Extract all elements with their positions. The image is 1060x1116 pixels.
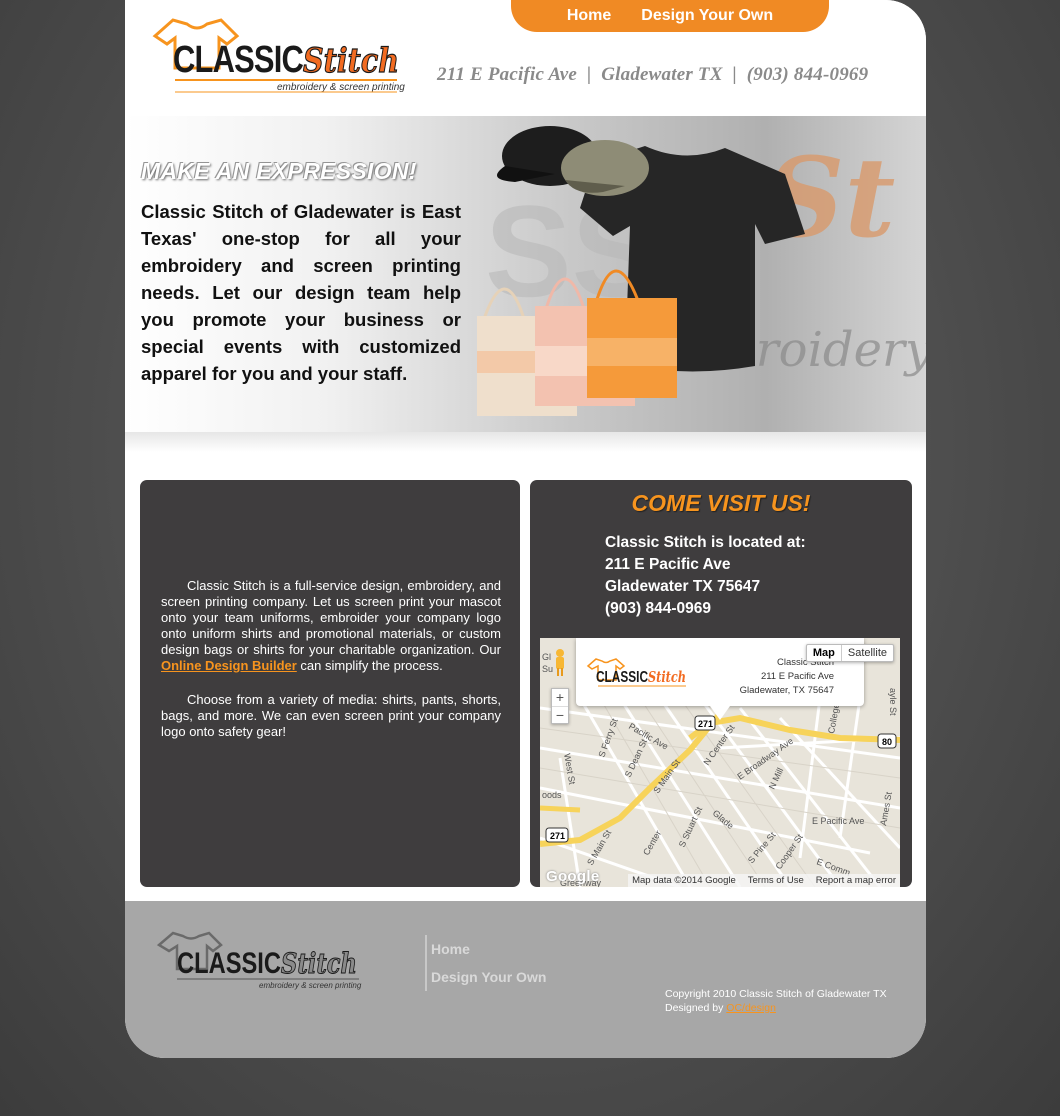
map-terms-link[interactable]: Terms of Use xyxy=(748,875,804,886)
svg-text:ayle St: ayle St xyxy=(888,688,898,716)
zoom-out-button[interactable]: − xyxy=(552,706,568,723)
about-paragraph-1: Classic Stitch is a full-service design,… xyxy=(161,578,501,674)
map-data-credit: Map data ©2014 Google xyxy=(632,875,736,886)
map-type-satellite-button[interactable]: Satellite xyxy=(842,645,893,661)
info-window-city: Gladewater, TX 75647 xyxy=(739,685,834,696)
footer-divider xyxy=(425,935,427,991)
visit-title: COME VISIT US! xyxy=(631,490,811,516)
zoom-in-button[interactable]: + xyxy=(552,689,568,706)
online-design-builder-link[interactable]: Online Design Builder xyxy=(161,658,297,673)
site-logo[interactable]: CLASSIC Stitch embroidery & screen print… xyxy=(147,10,407,96)
info-window-logo: CLASSIC Stitch xyxy=(586,654,691,694)
footer-nav: Home Design Your Own xyxy=(431,941,546,997)
designer-link[interactable]: OC/design xyxy=(726,1002,776,1014)
map-type-map-button[interactable]: Map xyxy=(807,645,842,661)
designed-by-label: Designed by xyxy=(665,1002,727,1014)
google-logo[interactable]: Google xyxy=(546,868,599,885)
top-nav: Home Design Your Own xyxy=(511,0,829,32)
svg-text:Su: Su xyxy=(542,664,553,674)
visit-address: Classic Stitch is located at: 211 E Paci… xyxy=(605,532,806,620)
footer: CLASSIC Stitch embroidery & screen print… xyxy=(125,901,926,1058)
about-panel: Classic Stitch is a full-service design,… xyxy=(140,480,520,887)
street-view-pegman-icon[interactable] xyxy=(553,648,567,676)
footer-home-link[interactable]: Home xyxy=(431,941,546,957)
map-zoom-control: + − xyxy=(551,688,569,724)
svg-text:embroidery & screen printing: embroidery & screen printing xyxy=(259,981,362,990)
visit-line-city: Gladewater TX 75647 xyxy=(605,578,761,595)
svg-text:Gl: Gl xyxy=(542,652,551,662)
nav-design-your-own-link[interactable]: Design Your Own xyxy=(641,7,773,25)
map-report-error-link[interactable]: Report a map error xyxy=(816,875,896,886)
svg-text:271: 271 xyxy=(698,719,713,729)
svg-text:oods: oods xyxy=(542,790,562,800)
svg-text:80: 80 xyxy=(882,737,892,747)
header-address: 211 E Pacific Ave | Gladewater TX | (903… xyxy=(437,64,869,85)
svg-text:broidery &: broidery & xyxy=(725,322,926,378)
info-window-street: 211 E Pacific Ave xyxy=(760,671,834,682)
hero-shadow xyxy=(125,432,926,452)
page-container: CLASSIC Stitch embroidery & screen print… xyxy=(125,0,926,1058)
map-attribution: Map data ©2014 Google Terms of Use Repor… xyxy=(628,874,900,887)
svg-text:E Pacific Ave: E Pacific Ave xyxy=(812,816,864,826)
about-p1-text: Classic Stitch is a full-service design,… xyxy=(161,578,501,657)
svg-text:271: 271 xyxy=(550,831,565,841)
visit-line-street: 211 E Pacific Ave xyxy=(605,556,731,573)
about-p1-text-end: can simplify the process. xyxy=(296,658,443,673)
svg-text:CLASSIC: CLASSIC xyxy=(173,39,303,81)
visit-line-located: Classic Stitch is located at: xyxy=(605,534,806,551)
visit-line-phone: (903) 844-0969 xyxy=(605,600,711,617)
copyright: Copyright 2010 Classic Stitch of Gladewa… xyxy=(665,987,887,1015)
header: CLASSIC Stitch embroidery & screen print… xyxy=(125,0,926,116)
map-type-control: Map Satellite xyxy=(805,644,894,662)
svg-text:Stitch: Stitch xyxy=(281,947,357,980)
info-window-address: Classic Stitch 211 E Pacific Ave Gladewa… xyxy=(740,656,834,698)
svg-text:Stitch: Stitch xyxy=(648,668,686,686)
hero-title: MAKE AN EXPRESSION! xyxy=(141,158,417,184)
nav-home-link[interactable]: Home xyxy=(567,7,611,25)
visit-panel: COME VISIT US! Classic Stitch is located… xyxy=(530,480,912,887)
google-map[interactable]: 271 80 271 S Main St Pacific Ave E Pacif… xyxy=(540,638,900,887)
about-text: Classic Stitch is a full-service design,… xyxy=(161,578,501,758)
footer-design-your-own-link[interactable]: Design Your Own xyxy=(431,969,546,985)
svg-text:embroidery & screen printing: embroidery & screen printing xyxy=(277,82,405,93)
about-paragraph-2: Choose from a variety of media: shirts, … xyxy=(161,692,501,739)
designed-by: Designed by OC/design xyxy=(665,1001,887,1015)
svg-text:CLASSIC: CLASSIC xyxy=(596,669,648,686)
svg-text:Stitch: Stitch xyxy=(303,41,399,81)
copyright-text: Copyright 2010 Classic Stitch of Gladewa… xyxy=(665,988,887,1000)
hero-banner: SS St broidery & MAKE AN EXPRESSION! Cla… xyxy=(125,116,926,432)
svg-text:CLASSIC: CLASSIC xyxy=(177,947,281,980)
footer-logo[interactable]: CLASSIC Stitch embroidery & screen print… xyxy=(155,925,365,995)
hero-description: Classic Stitch of Gladewater is East Tex… xyxy=(141,201,461,384)
